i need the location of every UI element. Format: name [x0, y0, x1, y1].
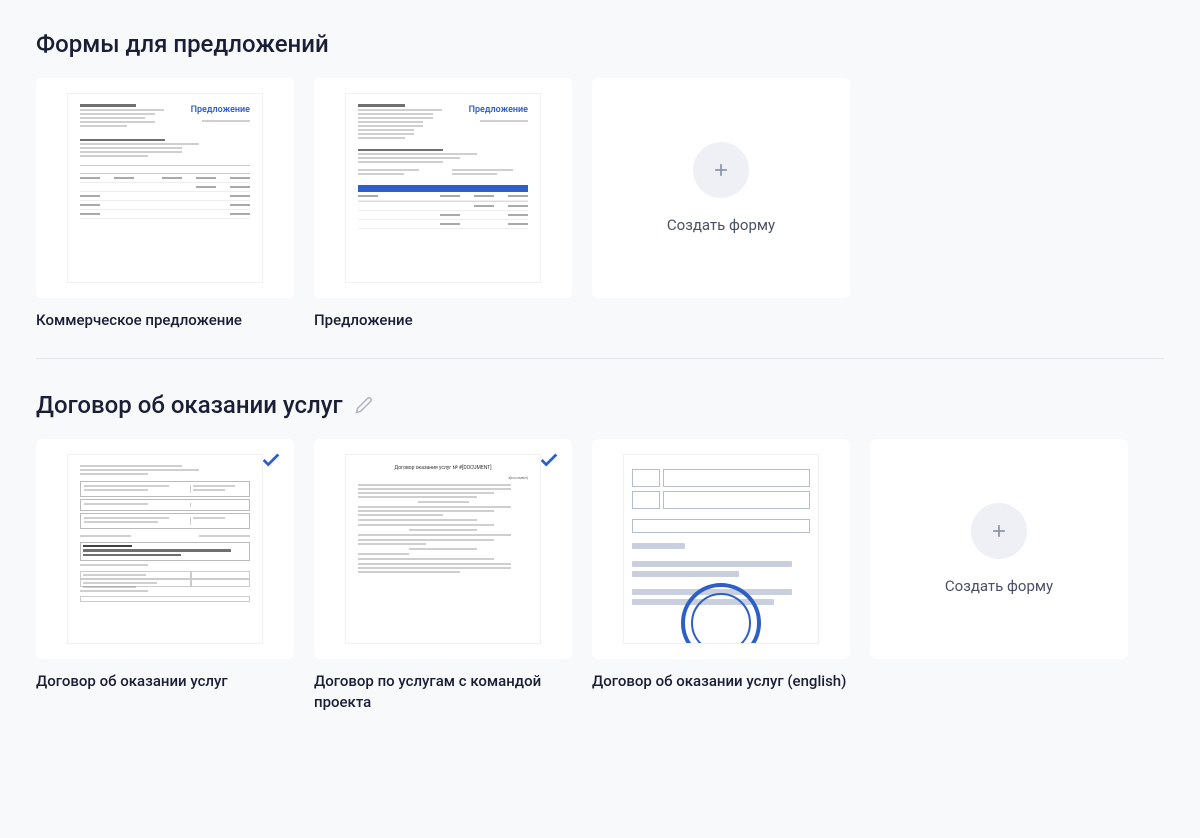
doc-heading: Предложение [460, 104, 528, 117]
section-title-proposals: Формы для предложений [36, 30, 329, 58]
section-divider [36, 358, 1164, 359]
plus-icon-circle [971, 503, 1027, 559]
template-preview-service-contract-english[interactable] [592, 439, 850, 659]
template-label: Договор об оказании услуг [36, 671, 294, 691]
template-label: Договор по услугам с командой проекта [314, 671, 572, 712]
template-preview-service-contract[interactable] [36, 439, 294, 659]
plus-icon-circle [693, 142, 749, 198]
section-title-contracts: Договор об оказании услуг [36, 391, 343, 419]
template-label: Коммерческое предложение [36, 310, 294, 330]
checkmark-icon [260, 449, 282, 471]
template-card: Договор оказания услуг № #[DOCUMENT] #[D… [314, 439, 572, 712]
cards-row: Предложение [36, 78, 1164, 330]
section-header: Договор об оказании услуг [36, 391, 1164, 419]
section-proposals: Формы для предложений Пр [36, 30, 1164, 330]
template-card: Договор об оказании услуг (english) [592, 439, 850, 712]
doc-heading: Предложение [182, 104, 250, 117]
template-preview-team-service-contract[interactable]: Договор оказания услуг № #[DOCUMENT] #[D… [314, 439, 572, 659]
plus-icon [711, 160, 731, 180]
doc-preview: Предложение [67, 93, 263, 283]
create-form-label: Создать форму [945, 577, 1053, 595]
edit-icon[interactable] [355, 396, 373, 414]
template-card: Договор об оказании услуг [36, 439, 294, 712]
cards-row: Договор об оказании услуг Договор оказан… [36, 439, 1164, 712]
create-form-button[interactable]: Создать форму [592, 78, 850, 298]
template-card: Предложение [36, 78, 294, 330]
doc-preview [67, 454, 263, 644]
create-form-label: Создать форму [667, 216, 775, 234]
template-card: Предложение [314, 78, 572, 330]
doc-preview: Договор оказания услуг № #[DOCUMENT] #[D… [345, 454, 541, 644]
create-form-button[interactable]: Создать форму [870, 439, 1128, 659]
template-label: Договор об оказании услуг (english) [592, 671, 850, 691]
template-preview-commercial-proposal[interactable]: Предложение [36, 78, 294, 298]
section-header: Формы для предложений [36, 30, 1164, 58]
section-contracts: Договор об оказании услуг [36, 391, 1164, 712]
doc-preview: Предложение [345, 93, 541, 283]
template-preview-proposal[interactable]: Предложение [314, 78, 572, 298]
plus-icon [989, 521, 1009, 541]
checkmark-icon [538, 449, 560, 471]
template-label: Предложение [314, 310, 572, 330]
doc-preview [623, 454, 819, 644]
